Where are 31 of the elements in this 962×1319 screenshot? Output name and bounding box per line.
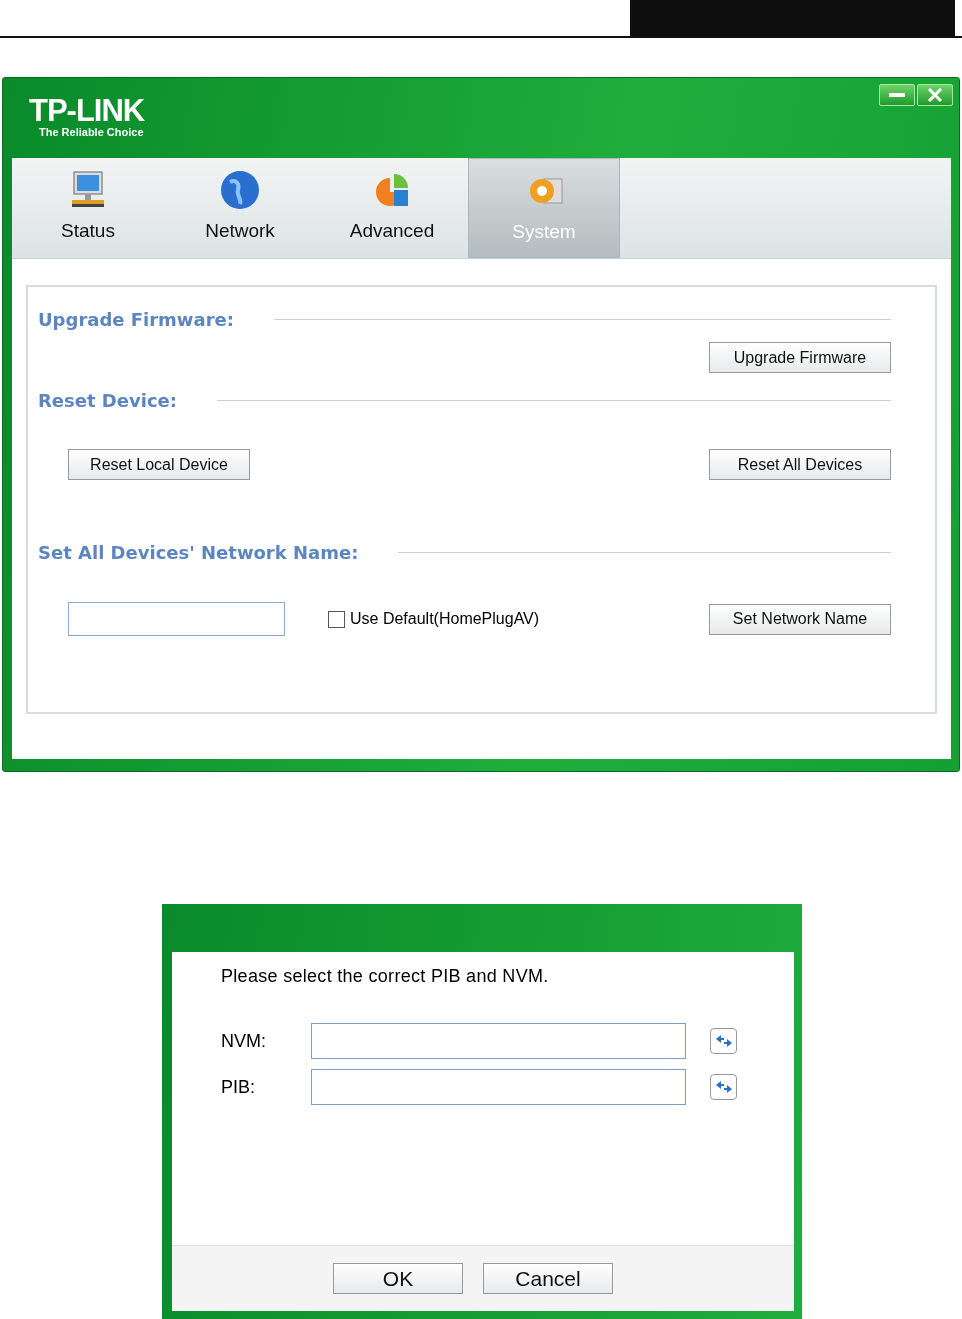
field-label: PIB:: [221, 1076, 256, 1098]
close-button[interactable]: [917, 84, 953, 106]
file-path-field[interactable]: [311, 1069, 686, 1105]
checkbox[interactable]: [328, 610, 345, 628]
close-icon: [927, 88, 943, 102]
arrows-icon: [714, 1080, 733, 1094]
minimize-icon: [889, 93, 905, 97]
file-path-field[interactable]: [311, 1023, 686, 1059]
dialog-button[interactable]: Cancel: [483, 1263, 613, 1294]
upgrade-firmware-button[interactable]: Upgrade Firmware: [709, 342, 891, 373]
field-label: NVM:: [221, 1030, 267, 1052]
browse-button[interactable]: [710, 1028, 737, 1054]
section-heading: Set All Devices' Network Name:: [38, 542, 359, 563]
reset-local-button[interactable]: Reset Local Device: [68, 449, 250, 480]
checkbox-label: Use Default(HomePlugAV): [350, 610, 540, 628]
tagline: The Reliable Choice: [39, 126, 144, 138]
network-name-field[interactable]: [68, 602, 285, 636]
section-heading: Reset Device:: [38, 390, 177, 411]
tab[interactable]: Network: [164, 158, 316, 258]
logo: TP-LINK: [29, 96, 145, 126]
set-network-name-button[interactable]: Set Network Name: [709, 603, 891, 635]
section-heading: Upgrade Firmware:: [38, 309, 234, 330]
reset-all-button[interactable]: Reset All Devices: [709, 449, 891, 480]
browse-button[interactable]: [710, 1074, 737, 1100]
minimize-button[interactable]: [879, 84, 915, 106]
arrows-icon: [714, 1034, 733, 1048]
dialog-message: Please select the correct PIB and NVM.: [221, 966, 550, 987]
tab[interactable]: Advanced: [316, 158, 468, 258]
dialog-button[interactable]: OK: [333, 1263, 463, 1294]
globe-icon: [218, 168, 262, 212]
tab[interactable]: Status: [12, 158, 164, 258]
